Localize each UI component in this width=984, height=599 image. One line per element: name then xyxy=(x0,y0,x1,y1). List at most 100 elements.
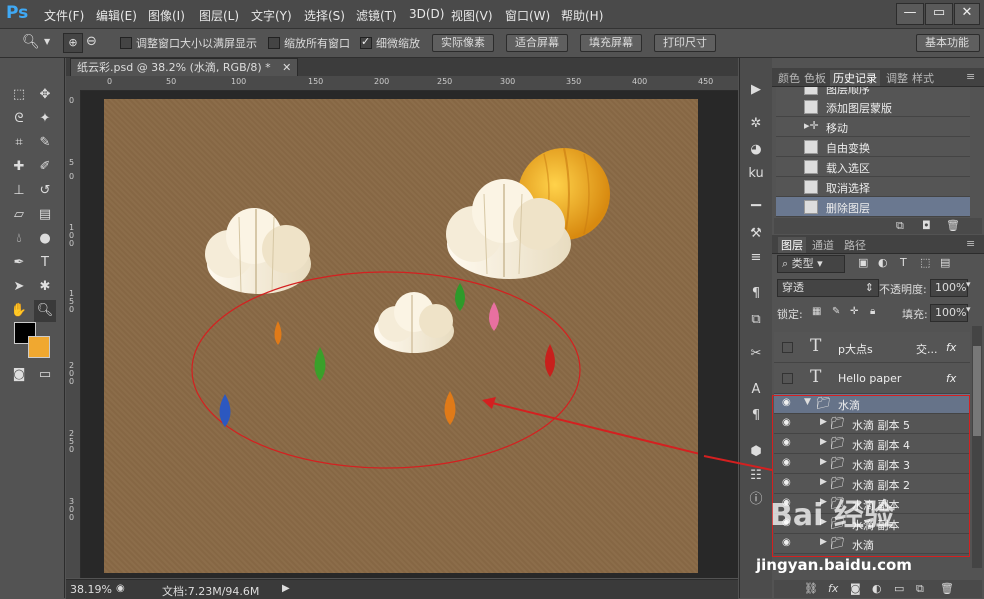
panel-menu-icon[interactable]: ≡ xyxy=(966,237,975,250)
menu-3d[interactable]: 3D(D) xyxy=(409,7,444,21)
zoom-tool-icon[interactable]: 🔍︎ xyxy=(34,300,56,322)
layer-row[interactable]: T Hello paper fx xyxy=(774,363,970,394)
restore-button[interactable]: ▭ xyxy=(925,3,953,25)
new-document-icon[interactable]: ⧉ xyxy=(896,219,904,233)
visibility-toggle[interactable] xyxy=(782,373,793,384)
play-action-icon[interactable]: ▶ xyxy=(745,80,767,100)
path-selection-tool-icon[interactable]: ➤ xyxy=(8,276,30,298)
scrollbar-thumb[interactable] xyxy=(973,346,981,436)
smart-object-filter-icon[interactable]: ▤ xyxy=(940,256,950,269)
layer-row[interactable]: T p大点s 交... fx xyxy=(774,332,970,363)
paragraph-icon[interactable]: ¶ xyxy=(745,284,767,304)
lock-transparent-icon[interactable]: ▦ xyxy=(812,306,821,317)
type-tool-icon[interactable]: T xyxy=(34,252,56,274)
eyedropper-tool-icon[interactable]: ✎ xyxy=(34,132,56,154)
history-brush-tool-icon[interactable]: ↺ xyxy=(34,180,56,202)
menu-layer[interactable]: 图层(L) xyxy=(199,7,239,24)
lock-all-icon[interactable]: 🔒︎ xyxy=(870,306,875,317)
zoom-level[interactable]: 38.19% xyxy=(70,583,112,596)
link-layers-icon[interactable]: ⛓ xyxy=(804,582,818,595)
fit-screen-button[interactable]: 适合屏幕 xyxy=(506,34,568,52)
3d-icon[interactable]: ⬢ xyxy=(745,442,767,462)
shape-filter-icon[interactable]: ⬚ xyxy=(920,256,930,269)
close-tab-icon[interactable]: ✕ xyxy=(282,61,291,74)
trash-icon[interactable]: 🗑︎ xyxy=(946,219,960,232)
paragraph-styles-icon[interactable]: ¶ xyxy=(745,406,767,426)
snapshot-icon[interactable]: ◘ xyxy=(922,219,931,232)
history-item[interactable]: 载入选区 xyxy=(776,157,970,177)
blend-mode-dropdown[interactable]: 穿透 ⇕ xyxy=(777,279,879,297)
add-mask-icon[interactable]: ◙ xyxy=(850,582,861,595)
workspace-button[interactable]: 基本功能 xyxy=(916,34,980,52)
add-style-icon[interactable]: fx xyxy=(828,582,838,595)
visibility-toggle[interactable] xyxy=(782,342,793,353)
opacity-input[interactable]: 100% xyxy=(930,279,968,297)
tab-color[interactable]: 颜色 xyxy=(778,70,800,86)
actual-pixels-button[interactable]: 实际像素 xyxy=(432,34,494,52)
quick-mask-icon[interactable]: ◙ xyxy=(8,364,30,386)
tool-presets-icon[interactable]: ⚒ xyxy=(745,224,767,244)
tab-layers[interactable]: 图层 xyxy=(778,237,806,253)
layers-scrollbar[interactable] xyxy=(972,326,982,568)
tab-styles[interactable]: 样式 xyxy=(912,70,934,86)
background-color-swatch[interactable] xyxy=(28,336,50,358)
screen-mode-icon[interactable]: ▭ xyxy=(34,364,56,386)
panel-menu-icon[interactable]: ≡ xyxy=(966,70,975,83)
adjust-icon[interactable]: ≡ xyxy=(745,248,767,268)
document-canvas[interactable] xyxy=(104,99,705,573)
lasso-tool-icon[interactable]: ᘓ xyxy=(8,108,30,130)
status-icon[interactable]: ◉ xyxy=(116,583,125,594)
tools-icon[interactable]: ✂ xyxy=(745,344,767,364)
hand-tool-icon[interactable]: ✋ xyxy=(8,300,30,322)
info-icon[interactable]: ⓘ xyxy=(745,490,767,510)
fill-input[interactable]: 100% xyxy=(930,304,968,322)
color-wheel-icon[interactable]: ◕ xyxy=(745,140,767,160)
close-button[interactable]: ✕ xyxy=(954,3,980,25)
history-item[interactable]: 取消选择 xyxy=(776,177,970,197)
blur-tool-icon[interactable]: 💧︎ xyxy=(8,228,30,250)
brush-settings-icon[interactable]: ✲ xyxy=(745,114,767,134)
tab-channels[interactable]: 通道 xyxy=(812,237,834,253)
tool-preset-chevron-icon[interactable]: ▼ xyxy=(44,37,50,46)
new-group-icon[interactable]: ▭ xyxy=(894,582,904,595)
tab-swatches[interactable]: 色板 xyxy=(804,70,826,86)
crop-tool-icon[interactable]: ⌗ xyxy=(8,132,30,154)
kuler-icon[interactable]: ku xyxy=(745,164,767,184)
properties-icon[interactable]: ☷ xyxy=(745,466,767,486)
minimize-button[interactable]: — xyxy=(896,3,924,25)
clone-stamp-tool-icon[interactable]: ⊥ xyxy=(8,180,30,202)
gradient-tool-icon[interactable]: ▤ xyxy=(34,204,56,226)
move-tool-icon[interactable]: ✥ xyxy=(34,84,56,106)
menu-edit[interactable]: 编辑(E) xyxy=(96,7,137,24)
resize-windows-checkbox[interactable] xyxy=(120,37,132,49)
delete-layer-icon[interactable]: 🗑︎ xyxy=(940,582,954,595)
history-item[interactable]: 自由变换 xyxy=(776,137,970,157)
history-item[interactable]: ▸✛ 移动 xyxy=(776,117,970,137)
eraser-tool-icon[interactable]: ▱ xyxy=(8,204,30,226)
menu-filter[interactable]: 滤镜(T) xyxy=(356,7,397,24)
fill-chevron-icon[interactable]: ▾ xyxy=(966,305,971,315)
brush-tool-icon[interactable]: ✐ xyxy=(34,156,56,178)
shape-tool-icon[interactable]: ✱ xyxy=(34,276,56,298)
zoom-tool-icon[interactable]: 🔍︎ xyxy=(22,34,40,50)
history-item[interactable]: 删除图层 xyxy=(776,197,970,217)
fill-screen-button[interactable]: 填充屏幕 xyxy=(580,34,642,52)
history-item[interactable]: 添加图层蒙版 xyxy=(776,97,970,117)
clone-source-icon[interactable]: ⧉ xyxy=(745,310,767,330)
menu-file[interactable]: 文件(F) xyxy=(44,7,84,24)
menu-help[interactable]: 帮助(H) xyxy=(561,7,603,24)
menu-window[interactable]: 窗口(W) xyxy=(505,7,550,24)
zoom-in-icon[interactable]: ⊕ xyxy=(63,33,83,53)
histogram-icon[interactable]: ▁ xyxy=(745,190,767,210)
magic-wand-tool-icon[interactable]: ✦ xyxy=(34,108,56,130)
zoom-all-checkbox[interactable] xyxy=(268,37,280,49)
character-icon[interactable]: A xyxy=(745,380,767,400)
marquee-tool-icon[interactable]: ⬚ xyxy=(8,84,30,106)
tab-adjustments[interactable]: 调整 xyxy=(886,70,908,86)
opacity-chevron-icon[interactable]: ▾ xyxy=(966,280,971,290)
lock-position-icon[interactable]: ✛ xyxy=(850,306,858,317)
layer-filter-dropdown[interactable]: ⌕ 类型 ▾ xyxy=(777,255,845,273)
zoom-out-icon[interactable]: ⊖ xyxy=(86,34,97,49)
menu-view[interactable]: 视图(V) xyxy=(451,7,493,24)
adjustment-filter-icon[interactable]: ◐ xyxy=(878,256,888,269)
